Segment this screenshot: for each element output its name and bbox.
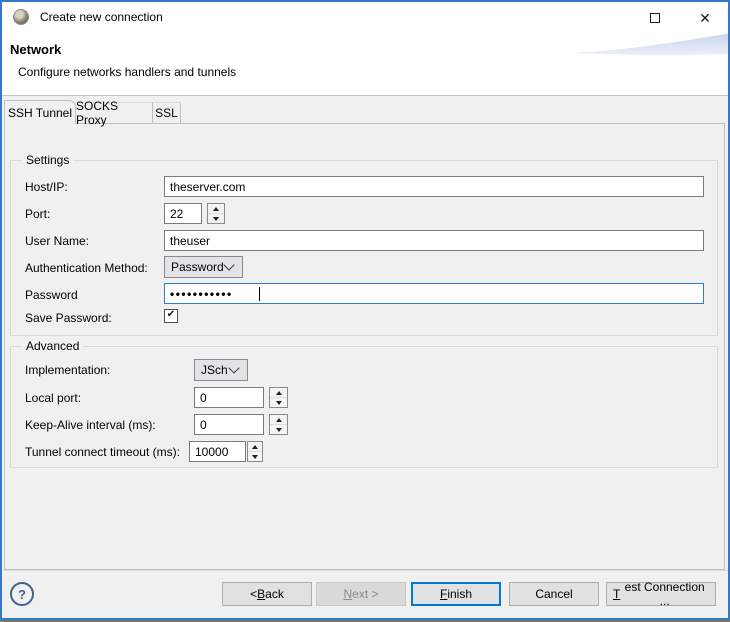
header-swoosh-decoration: [578, 32, 728, 58]
settings-group: Settings Host/IP: Port: User Name: Authe…: [10, 160, 718, 336]
spinner-down-button[interactable]: [270, 398, 287, 407]
button-label: B: [257, 587, 265, 601]
local-port-spinner: [269, 387, 288, 408]
spinner-down-button[interactable]: [248, 452, 262, 461]
arrow-down-icon: [276, 401, 282, 405]
implementation-select[interactable]: JSch: [194, 359, 248, 381]
titlebar[interactable]: Create new connection ✕: [2, 2, 728, 32]
button-label: ext >: [352, 587, 378, 601]
local-port-label: Local port:: [25, 391, 81, 405]
implementation-label: Implementation:: [25, 363, 110, 377]
close-icon: ✕: [699, 11, 711, 25]
port-label: Port:: [25, 207, 50, 221]
button-label: N: [343, 587, 352, 601]
settings-group-label: Settings: [22, 153, 73, 167]
port-input[interactable]: [164, 203, 202, 224]
tab-socks-proxy[interactable]: SOCKS Proxy: [76, 102, 153, 123]
app-icon: [13, 9, 29, 25]
keep-alive-input[interactable]: [194, 414, 264, 435]
implementation-value: JSch: [201, 363, 228, 377]
tab-ssh-tunnel[interactable]: SSH Tunnel: [4, 100, 76, 124]
auth-method-select[interactable]: Password: [164, 256, 243, 278]
chevron-down-icon: [223, 259, 234, 270]
test-connection-button[interactable]: Test Connection ...: [606, 582, 716, 606]
spinner-up-button[interactable]: [270, 415, 287, 425]
button-label: inish: [447, 587, 472, 601]
tunnel-timeout-spinner: [247, 441, 263, 462]
checkmark-icon: ✔: [167, 310, 175, 320]
arrow-down-icon: [213, 217, 219, 221]
spinner-up-button[interactable]: [270, 388, 287, 398]
save-password-checkbox[interactable]: ✔: [164, 309, 178, 323]
keep-alive-label: Keep-Alive interval (ms):: [25, 418, 156, 432]
password-label: Password: [25, 288, 78, 302]
save-password-label: Save Password:: [25, 311, 112, 325]
arrow-down-icon: [276, 428, 282, 432]
create-connection-dialog: Create new connection ✕ Network Configur…: [0, 0, 730, 622]
local-port-input[interactable]: [194, 387, 264, 408]
help-button[interactable]: ?: [10, 582, 34, 606]
spinner-up-button[interactable]: [248, 442, 262, 452]
username-label: User Name:: [25, 234, 89, 248]
advanced-group: Advanced Implementation: JSch Local port…: [10, 346, 718, 468]
finish-button[interactable]: Finish: [411, 582, 501, 606]
spinner-down-button[interactable]: [270, 425, 287, 434]
button-label: est Connection ...: [620, 580, 709, 608]
wizard-header: Network Configure networks handlers and …: [2, 32, 728, 96]
window-title: Create new connection: [40, 10, 163, 24]
maximize-button[interactable]: [638, 6, 672, 30]
footer-separator: [2, 570, 728, 571]
arrow-up-icon: [252, 445, 258, 449]
button-label: F: [440, 587, 447, 601]
page-title: Network: [10, 42, 61, 57]
arrow-down-icon: [252, 455, 258, 459]
page-subtitle: Configure networks handlers and tunnels: [18, 65, 236, 79]
tunnel-timeout-input[interactable]: [189, 441, 246, 462]
auth-method-value: Password: [171, 260, 224, 274]
close-button[interactable]: ✕: [688, 6, 722, 30]
button-label: <: [250, 587, 257, 601]
back-button[interactable]: < Back: [222, 582, 312, 606]
maximize-icon: [650, 13, 660, 23]
auth-method-label: Authentication Method:: [25, 261, 148, 275]
port-spinner: [207, 203, 225, 224]
password-input[interactable]: [164, 283, 704, 304]
tab-ssl[interactable]: SSL: [153, 102, 181, 123]
spinner-down-button[interactable]: [208, 214, 224, 223]
button-label: T: [613, 587, 620, 601]
button-label: Cancel: [535, 587, 572, 601]
next-button: Next >: [316, 582, 406, 606]
text-caret: [259, 287, 260, 301]
advanced-group-label: Advanced: [22, 339, 83, 353]
button-label: ack: [265, 587, 284, 601]
chevron-down-icon: [228, 362, 239, 373]
username-input[interactable]: [164, 230, 704, 251]
arrow-up-icon: [213, 207, 219, 211]
host-input[interactable]: [164, 176, 704, 197]
keep-alive-spinner: [269, 414, 288, 435]
host-label: Host/IP:: [25, 180, 68, 194]
spinner-up-button[interactable]: [208, 204, 224, 214]
tunnel-timeout-label: Tunnel connect timeout (ms):: [25, 445, 180, 459]
cancel-button[interactable]: Cancel: [509, 582, 599, 606]
help-icon: ?: [18, 587, 26, 602]
arrow-up-icon: [276, 391, 282, 395]
arrow-up-icon: [276, 418, 282, 422]
